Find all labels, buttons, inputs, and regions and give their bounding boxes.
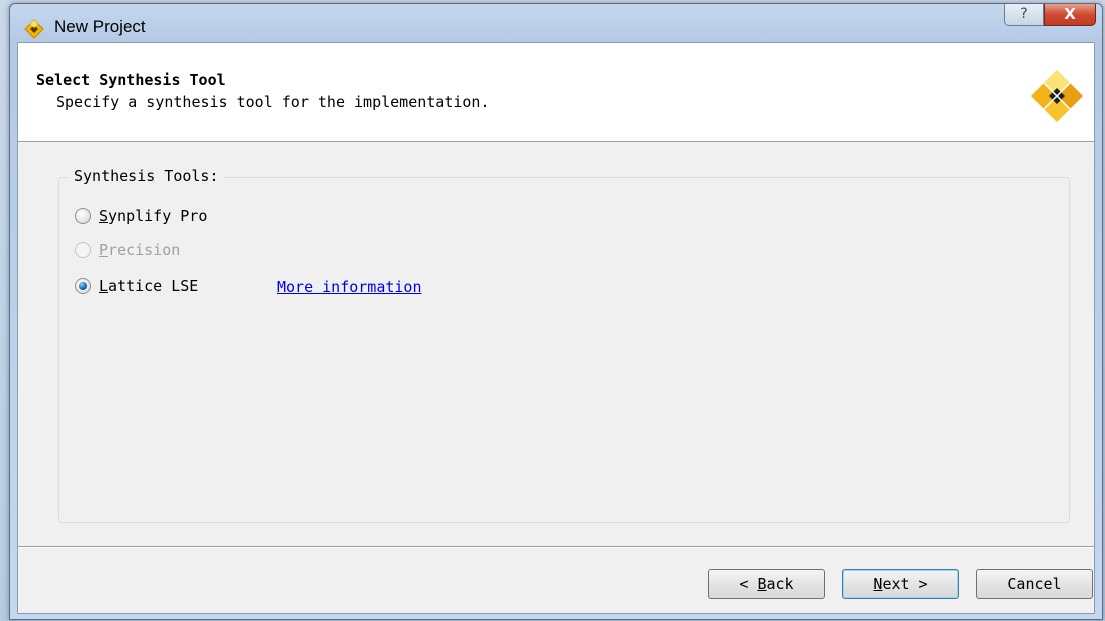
lattice-app-icon: [24, 19, 44, 39]
radio-button-checked[interactable]: [75, 278, 91, 294]
dialog-client-area: Select Synthesis Tool Specify a synthesi…: [17, 42, 1095, 614]
cancel-button[interactable]: Cancel: [976, 569, 1093, 599]
more-information-link[interactable]: More information: [277, 278, 422, 296]
radio-button-disabled: [75, 242, 91, 258]
radio-button-unchecked[interactable]: [75, 208, 91, 224]
page-title: Select Synthesis Tool: [36, 71, 226, 89]
back-button[interactable]: < Back: [708, 569, 825, 599]
group-label: Synthesis Tools:: [69, 167, 224, 185]
radio-label: Lattice LSE: [99, 277, 199, 295]
new-project-dialog: New Project ? X Select Synthesis Tool Sp…: [9, 3, 1103, 620]
help-button[interactable]: ?: [1004, 4, 1044, 26]
synthesis-tools-group: Synthesis Tools: Synplify Pro Precision …: [58, 167, 1070, 523]
lattice-logo-icon: [1031, 70, 1083, 122]
radio-label: Precision: [99, 241, 181, 259]
title-bar[interactable]: New Project ? X: [10, 4, 1102, 42]
help-icon: ?: [1020, 6, 1028, 22]
radio-label: Synplify Pro: [99, 207, 208, 225]
window-title: New Project: [54, 17, 146, 36]
page-subtitle: Specify a synthesis tool for the impleme…: [56, 93, 490, 111]
wizard-header: Select Synthesis Tool Specify a synthesi…: [18, 43, 1094, 142]
close-icon: X: [1064, 5, 1076, 23]
footer-divider: [18, 546, 1094, 548]
next-button[interactable]: Next >: [842, 569, 959, 599]
close-button[interactable]: X: [1044, 4, 1096, 26]
